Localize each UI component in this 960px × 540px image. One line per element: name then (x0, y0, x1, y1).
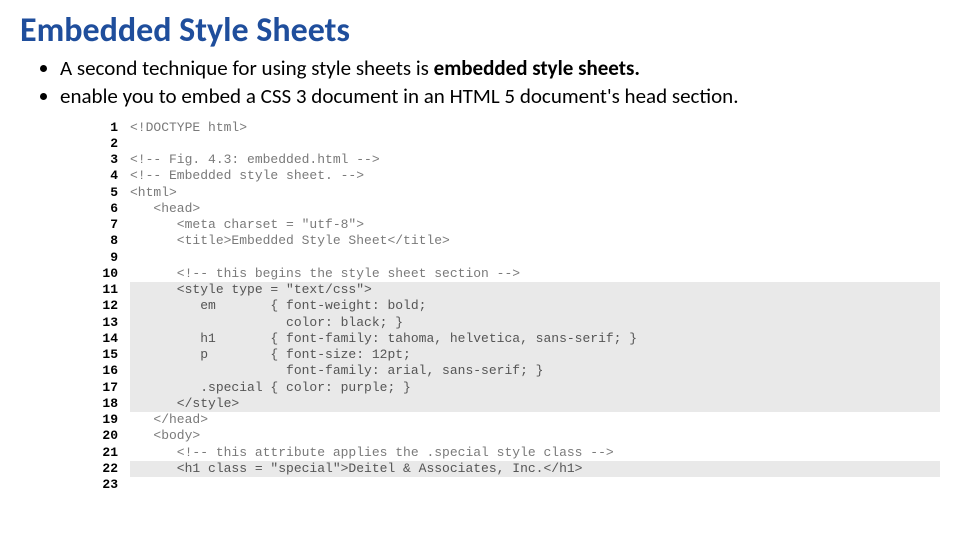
code-text: em { font-weight: bold; (130, 298, 940, 314)
code-row: 20 <body> (90, 428, 940, 444)
code-row: 5<html> (90, 185, 940, 201)
code-text: <!DOCTYPE html> (130, 120, 940, 136)
line-number: 1 (90, 120, 130, 136)
code-row: 12 em { font-weight: bold; (90, 298, 940, 314)
line-number: 3 (90, 152, 130, 168)
code-row: 6 <head> (90, 201, 940, 217)
code-text: <html> (130, 185, 940, 201)
line-number: 16 (90, 363, 130, 379)
line-number: 18 (90, 396, 130, 412)
code-text: <meta charset = "utf-8"> (130, 217, 940, 233)
line-number: 7 (90, 217, 130, 233)
line-number: 21 (90, 445, 130, 461)
code-text: <title>Embedded Style Sheet</title> (130, 233, 940, 249)
line-number: 9 (90, 250, 130, 266)
code-text: <!-- this begins the style sheet section… (130, 266, 940, 282)
code-row: 10 <!-- this begins the style sheet sect… (90, 266, 940, 282)
line-number: 22 (90, 461, 130, 477)
bullet-item: enable you to embed a CSS 3 document in … (60, 83, 940, 109)
code-row: 18 </style> (90, 396, 940, 412)
code-text: h1 { font-family: tahoma, helvetica, san… (130, 331, 940, 347)
line-number: 14 (90, 331, 130, 347)
code-row: 17 .special { color: purple; } (90, 380, 940, 396)
slide-title: Embedded Style Sheets (20, 10, 940, 51)
line-number: 17 (90, 380, 130, 396)
line-number: 11 (90, 282, 130, 298)
line-number: 13 (90, 315, 130, 331)
bullet-text: A second technique for using style sheet… (60, 55, 434, 81)
code-listing: 1<!DOCTYPE html> 2 3<!-- Fig. 4.3: embed… (90, 120, 940, 494)
code-row: 14 h1 { font-family: tahoma, helvetica, … (90, 331, 940, 347)
code-text: p { font-size: 12pt; (130, 347, 940, 363)
code-row: 9 (90, 250, 940, 266)
code-row: 8 <title>Embedded Style Sheet</title> (90, 233, 940, 249)
line-number: 5 (90, 185, 130, 201)
line-number: 4 (90, 168, 130, 184)
bullet-text: enable you to embed a CSS 3 document in … (60, 83, 739, 109)
code-row: 7 <meta charset = "utf-8"> (90, 217, 940, 233)
code-row: 21 <!-- this attribute applies the .spec… (90, 445, 940, 461)
line-number: 2 (90, 136, 130, 152)
code-row: 22 <h1 class = "special">Deitel & Associ… (90, 461, 940, 477)
line-number: 12 (90, 298, 130, 314)
code-text: <!-- Embedded style sheet. --> (130, 168, 940, 184)
code-row: 3<!-- Fig. 4.3: embedded.html --> (90, 152, 940, 168)
code-text: font-family: arial, sans-serif; } (130, 363, 940, 379)
bullet-list: A second technique for using style sheet… (60, 55, 940, 110)
code-text: <head> (130, 201, 940, 217)
code-text: <body> (130, 428, 940, 444)
line-number: 19 (90, 412, 130, 428)
code-text: color: black; } (130, 315, 940, 331)
code-text: <!-- this attribute applies the .special… (130, 445, 940, 461)
line-number: 15 (90, 347, 130, 363)
bullet-bold: embedded style sheets. (434, 55, 640, 81)
code-text: </head> (130, 412, 940, 428)
code-row: 2 (90, 136, 940, 152)
code-row: 1<!DOCTYPE html> (90, 120, 940, 136)
code-text: .special { color: purple; } (130, 380, 940, 396)
code-row: 13 color: black; } (90, 315, 940, 331)
line-number: 10 (90, 266, 130, 282)
code-text: <style type = "text/css"> (130, 282, 940, 298)
code-text: <h1 class = "special">Deitel & Associate… (130, 461, 940, 477)
line-number: 6 (90, 201, 130, 217)
code-row: 15 p { font-size: 12pt; (90, 347, 940, 363)
code-text: <!-- Fig. 4.3: embedded.html --> (130, 152, 940, 168)
code-row: 4<!-- Embedded style sheet. --> (90, 168, 940, 184)
code-row: 19 </head> (90, 412, 940, 428)
bullet-item: A second technique for using style sheet… (60, 55, 940, 81)
code-row: 11 <style type = "text/css"> (90, 282, 940, 298)
code-row: 16 font-family: arial, sans-serif; } (90, 363, 940, 379)
code-text: </style> (130, 396, 940, 412)
line-number: 8 (90, 233, 130, 249)
code-row: 23 (90, 477, 940, 493)
line-number: 20 (90, 428, 130, 444)
line-number: 23 (90, 477, 130, 493)
